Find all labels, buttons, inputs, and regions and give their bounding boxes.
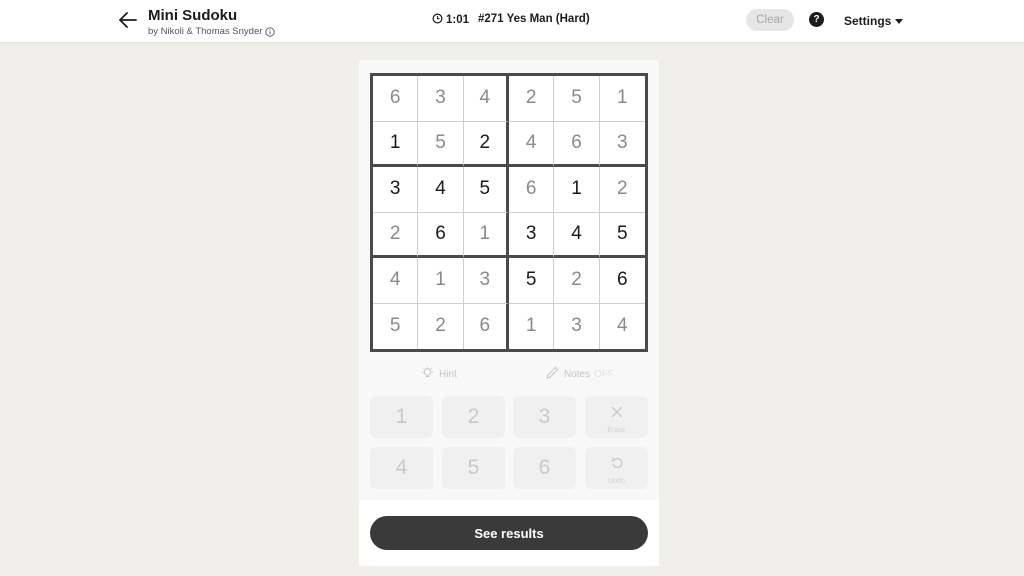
grid-cell-r1c2[interactable]: 3	[418, 76, 464, 122]
erase-button[interactable]: Erase	[585, 396, 648, 438]
grid-cell-r4c4[interactable]: 3	[508, 212, 555, 258]
byline: by Nikoli & Thomas Snyder	[148, 26, 276, 37]
grid-cell-r4c3[interactable]: 1	[463, 212, 509, 258]
grid-cell-r2c5[interactable]: 6	[554, 121, 600, 167]
puzzle-name: #271 Yes Man (Hard)	[478, 13, 590, 25]
hint-label: Hint	[439, 368, 457, 380]
timer-value: 1:01	[446, 14, 470, 26]
caret-down-icon	[895, 18, 904, 24]
clear-button[interactable]: Clear	[746, 9, 794, 31]
grid-cell-r3c4[interactable]: 6	[508, 167, 555, 213]
grid-cell-r6c4[interactable]: 1	[509, 303, 555, 349]
grid-cell-r3c5[interactable]: 1	[554, 167, 600, 213]
grid-cell-r3c2[interactable]: 4	[418, 167, 464, 213]
grid-cell-r1c3[interactable]: 4	[463, 76, 509, 122]
help-icon[interactable]: ?	[809, 12, 824, 27]
grid-cell-r2c3[interactable]: 2	[463, 121, 509, 167]
settings-label: Settings	[844, 14, 892, 28]
clock-icon	[432, 13, 443, 27]
grid-cell-r6c1[interactable]: 5	[373, 303, 419, 349]
grid-cell-r2c2[interactable]: 5	[418, 121, 464, 167]
grid-cell-r2c4[interactable]: 4	[508, 121, 555, 167]
sudoku-grid: 634251152463345612261345413526526134	[370, 73, 648, 352]
grid-cell-r1c5[interactable]: 5	[554, 76, 600, 122]
grid-cell-r1c1[interactable]: 6	[373, 76, 419, 122]
grid-cell-r5c5[interactable]: 2	[554, 258, 600, 304]
key-1[interactable]: 1	[370, 396, 433, 438]
settings-menu[interactable]: Settings	[844, 14, 904, 28]
erase-label: Erase	[607, 426, 626, 434]
undo-button[interactable]: Undo	[585, 447, 648, 489]
key-5[interactable]: 5	[442, 447, 505, 489]
grid-cell-r2c6[interactable]: 3	[599, 122, 645, 167]
grid-cell-r3c3[interactable]: 5	[463, 167, 509, 213]
notes-state: OFF	[594, 368, 615, 380]
top-bar: Mini Sudoku by Nikoli & Thomas Snyder 1:…	[0, 0, 1024, 43]
grid-cell-r1c6[interactable]: 1	[599, 76, 645, 122]
grid-cell-r4c2[interactable]: 6	[418, 212, 464, 258]
grid-cell-r4c6[interactable]: 5	[599, 213, 645, 258]
grid-cell-r2c1[interactable]: 1	[373, 121, 419, 167]
game-panel: 634251152463345612261345413526526134 Hin…	[359, 60, 659, 566]
byline-text: by Nikoli & Thomas Snyder	[148, 26, 263, 37]
key-2[interactable]: 2	[442, 396, 505, 438]
key-4[interactable]: 4	[370, 447, 433, 489]
pencil-icon	[545, 365, 560, 383]
grid-cell-r3c1[interactable]: 3	[373, 167, 419, 213]
back-arrow-icon[interactable]	[117, 10, 139, 30]
grid-cell-r1c4[interactable]: 2	[508, 76, 555, 122]
x-icon	[610, 401, 624, 425]
grid-cell-r5c6[interactable]: 6	[599, 258, 645, 304]
undo-icon	[610, 452, 624, 476]
lightbulb-icon	[420, 365, 435, 383]
grid-cell-r5c1[interactable]: 4	[373, 258, 419, 304]
timer: 1:01	[432, 13, 469, 27]
grid-cell-r4c5[interactable]: 4	[554, 212, 600, 258]
key-6[interactable]: 6	[513, 447, 576, 489]
info-icon[interactable]	[265, 26, 276, 37]
grid-cell-r5c4[interactable]: 5	[508, 258, 555, 304]
notes-label: Notes	[564, 368, 591, 380]
key-3[interactable]: 3	[513, 396, 576, 438]
grid-cell-r5c3[interactable]: 3	[463, 258, 509, 304]
grid-cell-r6c3[interactable]: 6	[464, 303, 509, 349]
grid-cell-r3c6[interactable]: 2	[599, 167, 645, 213]
grid-cell-r6c5[interactable]: 3	[554, 303, 600, 349]
grid-cell-r6c6[interactable]: 4	[600, 304, 645, 350]
game-title: Mini Sudoku	[148, 7, 238, 24]
grid-cell-r4c1[interactable]: 2	[373, 212, 419, 258]
notes-toggle[interactable]: Notes OFF	[545, 365, 614, 383]
undo-label: Undo	[608, 477, 625, 485]
grid-cell-r6c2[interactable]: 2	[418, 303, 464, 349]
see-results-button[interactable]: See results	[370, 516, 648, 550]
hint-button[interactable]: Hint	[420, 365, 457, 383]
grid-cell-r5c2[interactable]: 1	[418, 258, 464, 304]
